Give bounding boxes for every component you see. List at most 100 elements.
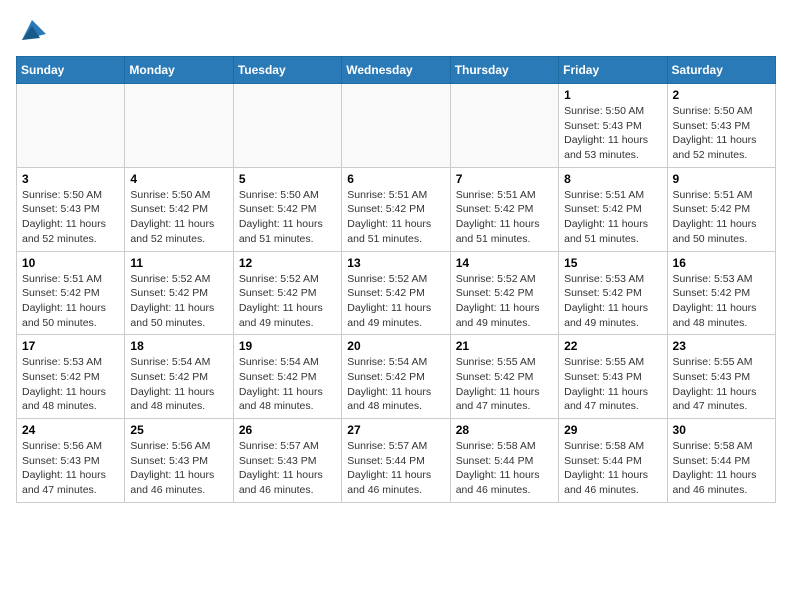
page-header — [16, 16, 776, 44]
calendar-cell: 11 Sunrise: 5:52 AM Sunset: 5:42 PM Dayli… — [125, 251, 233, 335]
day-number: 22 — [564, 339, 661, 353]
calendar-cell — [125, 84, 233, 168]
day-number: 9 — [673, 172, 770, 186]
day-info: Sunrise: 5:56 AM Sunset: 5:43 PM Dayligh… — [130, 439, 227, 498]
day-number: 29 — [564, 423, 661, 437]
day-number: 1 — [564, 88, 661, 102]
calendar-header-sunday: Sunday — [17, 57, 125, 84]
day-info: Sunrise: 5:52 AM Sunset: 5:42 PM Dayligh… — [239, 272, 336, 331]
calendar-cell: 7Sunrise: 5:51 AM Sunset: 5:42 PM Daylig… — [450, 167, 558, 251]
calendar-cell: 30Sunrise: 5:58 AM Sunset: 5:44 PM Dayli… — [667, 419, 775, 503]
day-number: 10 — [22, 256, 119, 270]
day-number: 23 — [673, 339, 770, 353]
day-info: Sunrise: 5:50 AM Sunset: 5:43 PM Dayligh… — [564, 104, 661, 163]
day-number: 2 — [673, 88, 770, 102]
calendar-cell: 17 Sunrise: 5:53 AM Sunset: 5:42 PM Dayli… — [17, 335, 125, 419]
calendar-cell: 3 Sunrise: 5:50 AM Sunset: 5:43 PM Daylig… — [17, 167, 125, 251]
calendar-header-thursday: Thursday — [450, 57, 558, 84]
day-info: Sunrise: 5:53 AM Sunset: 5:42 PM Dayligh… — [673, 272, 770, 331]
calendar-week-5: 24Sunrise: 5:56 AM Sunset: 5:43 PM Dayli… — [17, 419, 776, 503]
day-info: Sunrise: 5:57 AM Sunset: 5:44 PM Dayligh… — [347, 439, 444, 498]
day-info: Sunrise: 5:54 AM Sunset: 5:42 PM Dayligh… — [347, 355, 444, 414]
day-info: Sunrise: 5:53 AM Sunset: 5:42 PM Dayligh… — [22, 355, 119, 414]
calendar-cell: 26 Sunrise: 5:57 AM Sunset: 5:43 PM Dayli… — [233, 419, 341, 503]
day-info: Sunrise: 5:53 AM Sunset: 5:42 PM Dayligh… — [564, 272, 661, 331]
day-info: Sunrise: 5:55 AM Sunset: 5:42 PM Dayligh… — [456, 355, 553, 414]
calendar-cell: 14 Sunrise: 5:52 AM Sunset: 5:42 PM Dayli… — [450, 251, 558, 335]
calendar-cell — [17, 84, 125, 168]
calendar-header-wednesday: Wednesday — [342, 57, 450, 84]
calendar-week-1: 1 Sunrise: 5:50 AM Sunset: 5:43 PM Daylig… — [17, 84, 776, 168]
calendar-cell: 5 Sunrise: 5:50 AM Sunset: 5:42 PM Daylig… — [233, 167, 341, 251]
calendar-cell: 16 Sunrise: 5:53 AM Sunset: 5:42 PM Dayli… — [667, 251, 775, 335]
calendar-cell: 4 Sunrise: 5:50 AM Sunset: 5:42 PM Daylig… — [125, 167, 233, 251]
calendar-cell: 6 Sunrise: 5:51 AM Sunset: 5:42 PM Daylig… — [342, 167, 450, 251]
day-number: 4 — [130, 172, 227, 186]
day-info: Sunrise: 5:55 AM Sunset: 5:43 PM Dayligh… — [673, 355, 770, 414]
calendar-week-3: 10Sunrise: 5:51 AM Sunset: 5:42 PM Dayli… — [17, 251, 776, 335]
calendar-cell: 27 Sunrise: 5:57 AM Sunset: 5:44 PM Dayli… — [342, 419, 450, 503]
calendar-header-saturday: Saturday — [667, 57, 775, 84]
day-number: 25 — [130, 423, 227, 437]
day-number: 11 — [130, 256, 227, 270]
calendar-cell: 9 Sunrise: 5:51 AM Sunset: 5:42 PM Daylig… — [667, 167, 775, 251]
calendar-cell — [233, 84, 341, 168]
day-number: 19 — [239, 339, 336, 353]
day-info: Sunrise: 5:58 AM Sunset: 5:44 PM Dayligh… — [456, 439, 553, 498]
day-info: Sunrise: 5:52 AM Sunset: 5:42 PM Dayligh… — [456, 272, 553, 331]
calendar-cell: 28 Sunrise: 5:58 AM Sunset: 5:44 PM Dayli… — [450, 419, 558, 503]
day-info: Sunrise: 5:57 AM Sunset: 5:43 PM Dayligh… — [239, 439, 336, 498]
calendar-cell: 19 Sunrise: 5:54 AM Sunset: 5:42 PM Dayli… — [233, 335, 341, 419]
calendar-cell: 1 Sunrise: 5:50 AM Sunset: 5:43 PM Daylig… — [559, 84, 667, 168]
day-number: 17 — [22, 339, 119, 353]
calendar-header-tuesday: Tuesday — [233, 57, 341, 84]
day-info: Sunrise: 5:50 AM Sunset: 5:43 PM Dayligh… — [22, 188, 119, 247]
calendar-cell — [450, 84, 558, 168]
calendar-cell: 21 Sunrise: 5:55 AM Sunset: 5:42 PM Dayli… — [450, 335, 558, 419]
day-number: 5 — [239, 172, 336, 186]
calendar-table: SundayMondayTuesdayWednesdayThursdayFrid… — [16, 56, 776, 503]
day-info: Sunrise: 5:56 AM Sunset: 5:43 PM Dayligh… — [22, 439, 119, 498]
day-info: Sunrise: 5:51 AM Sunset: 5:42 PM Dayligh… — [347, 188, 444, 247]
logo-icon — [18, 16, 46, 44]
day-info: Sunrise: 5:52 AM Sunset: 5:42 PM Dayligh… — [130, 272, 227, 331]
day-info: Sunrise: 5:51 AM Sunset: 5:42 PM Dayligh… — [673, 188, 770, 247]
day-info: Sunrise: 5:54 AM Sunset: 5:42 PM Dayligh… — [239, 355, 336, 414]
calendar-header-row: SundayMondayTuesdayWednesdayThursdayFrid… — [17, 57, 776, 84]
day-number: 18 — [130, 339, 227, 353]
day-number: 20 — [347, 339, 444, 353]
day-number: 15 — [564, 256, 661, 270]
day-info: Sunrise: 5:54 AM Sunset: 5:42 PM Dayligh… — [130, 355, 227, 414]
day-info: Sunrise: 5:50 AM Sunset: 5:43 PM Dayligh… — [673, 104, 770, 163]
calendar-cell: 23 Sunrise: 5:55 AM Sunset: 5:43 PM Dayli… — [667, 335, 775, 419]
calendar-cell: 8Sunrise: 5:51 AM Sunset: 5:42 PM Daylig… — [559, 167, 667, 251]
logo — [16, 16, 46, 44]
calendar-cell: 10Sunrise: 5:51 AM Sunset: 5:42 PM Dayli… — [17, 251, 125, 335]
calendar-header-monday: Monday — [125, 57, 233, 84]
calendar-cell: 2 Sunrise: 5:50 AM Sunset: 5:43 PM Daylig… — [667, 84, 775, 168]
day-number: 27 — [347, 423, 444, 437]
day-number: 28 — [456, 423, 553, 437]
day-number: 7 — [456, 172, 553, 186]
calendar-cell: 29Sunrise: 5:58 AM Sunset: 5:44 PM Dayli… — [559, 419, 667, 503]
day-info: Sunrise: 5:52 AM Sunset: 5:42 PM Dayligh… — [347, 272, 444, 331]
day-number: 6 — [347, 172, 444, 186]
day-info: Sunrise: 5:55 AM Sunset: 5:43 PM Dayligh… — [564, 355, 661, 414]
day-number: 16 — [673, 256, 770, 270]
day-number: 12 — [239, 256, 336, 270]
calendar-cell: 20 Sunrise: 5:54 AM Sunset: 5:42 PM Dayli… — [342, 335, 450, 419]
day-number: 3 — [22, 172, 119, 186]
calendar-header-friday: Friday — [559, 57, 667, 84]
day-info: Sunrise: 5:51 AM Sunset: 5:42 PM Dayligh… — [564, 188, 661, 247]
calendar-cell: 25 Sunrise: 5:56 AM Sunset: 5:43 PM Dayli… — [125, 419, 233, 503]
calendar-cell: 12 Sunrise: 5:52 AM Sunset: 5:42 PM Dayli… — [233, 251, 341, 335]
day-info: Sunrise: 5:50 AM Sunset: 5:42 PM Dayligh… — [239, 188, 336, 247]
day-number: 14 — [456, 256, 553, 270]
calendar-cell: 24Sunrise: 5:56 AM Sunset: 5:43 PM Dayli… — [17, 419, 125, 503]
calendar-cell: 22 Sunrise: 5:55 AM Sunset: 5:43 PM Dayli… — [559, 335, 667, 419]
calendar-week-4: 17 Sunrise: 5:53 AM Sunset: 5:42 PM Dayli… — [17, 335, 776, 419]
day-info: Sunrise: 5:50 AM Sunset: 5:42 PM Dayligh… — [130, 188, 227, 247]
calendar-cell — [342, 84, 450, 168]
day-number: 21 — [456, 339, 553, 353]
day-number: 26 — [239, 423, 336, 437]
